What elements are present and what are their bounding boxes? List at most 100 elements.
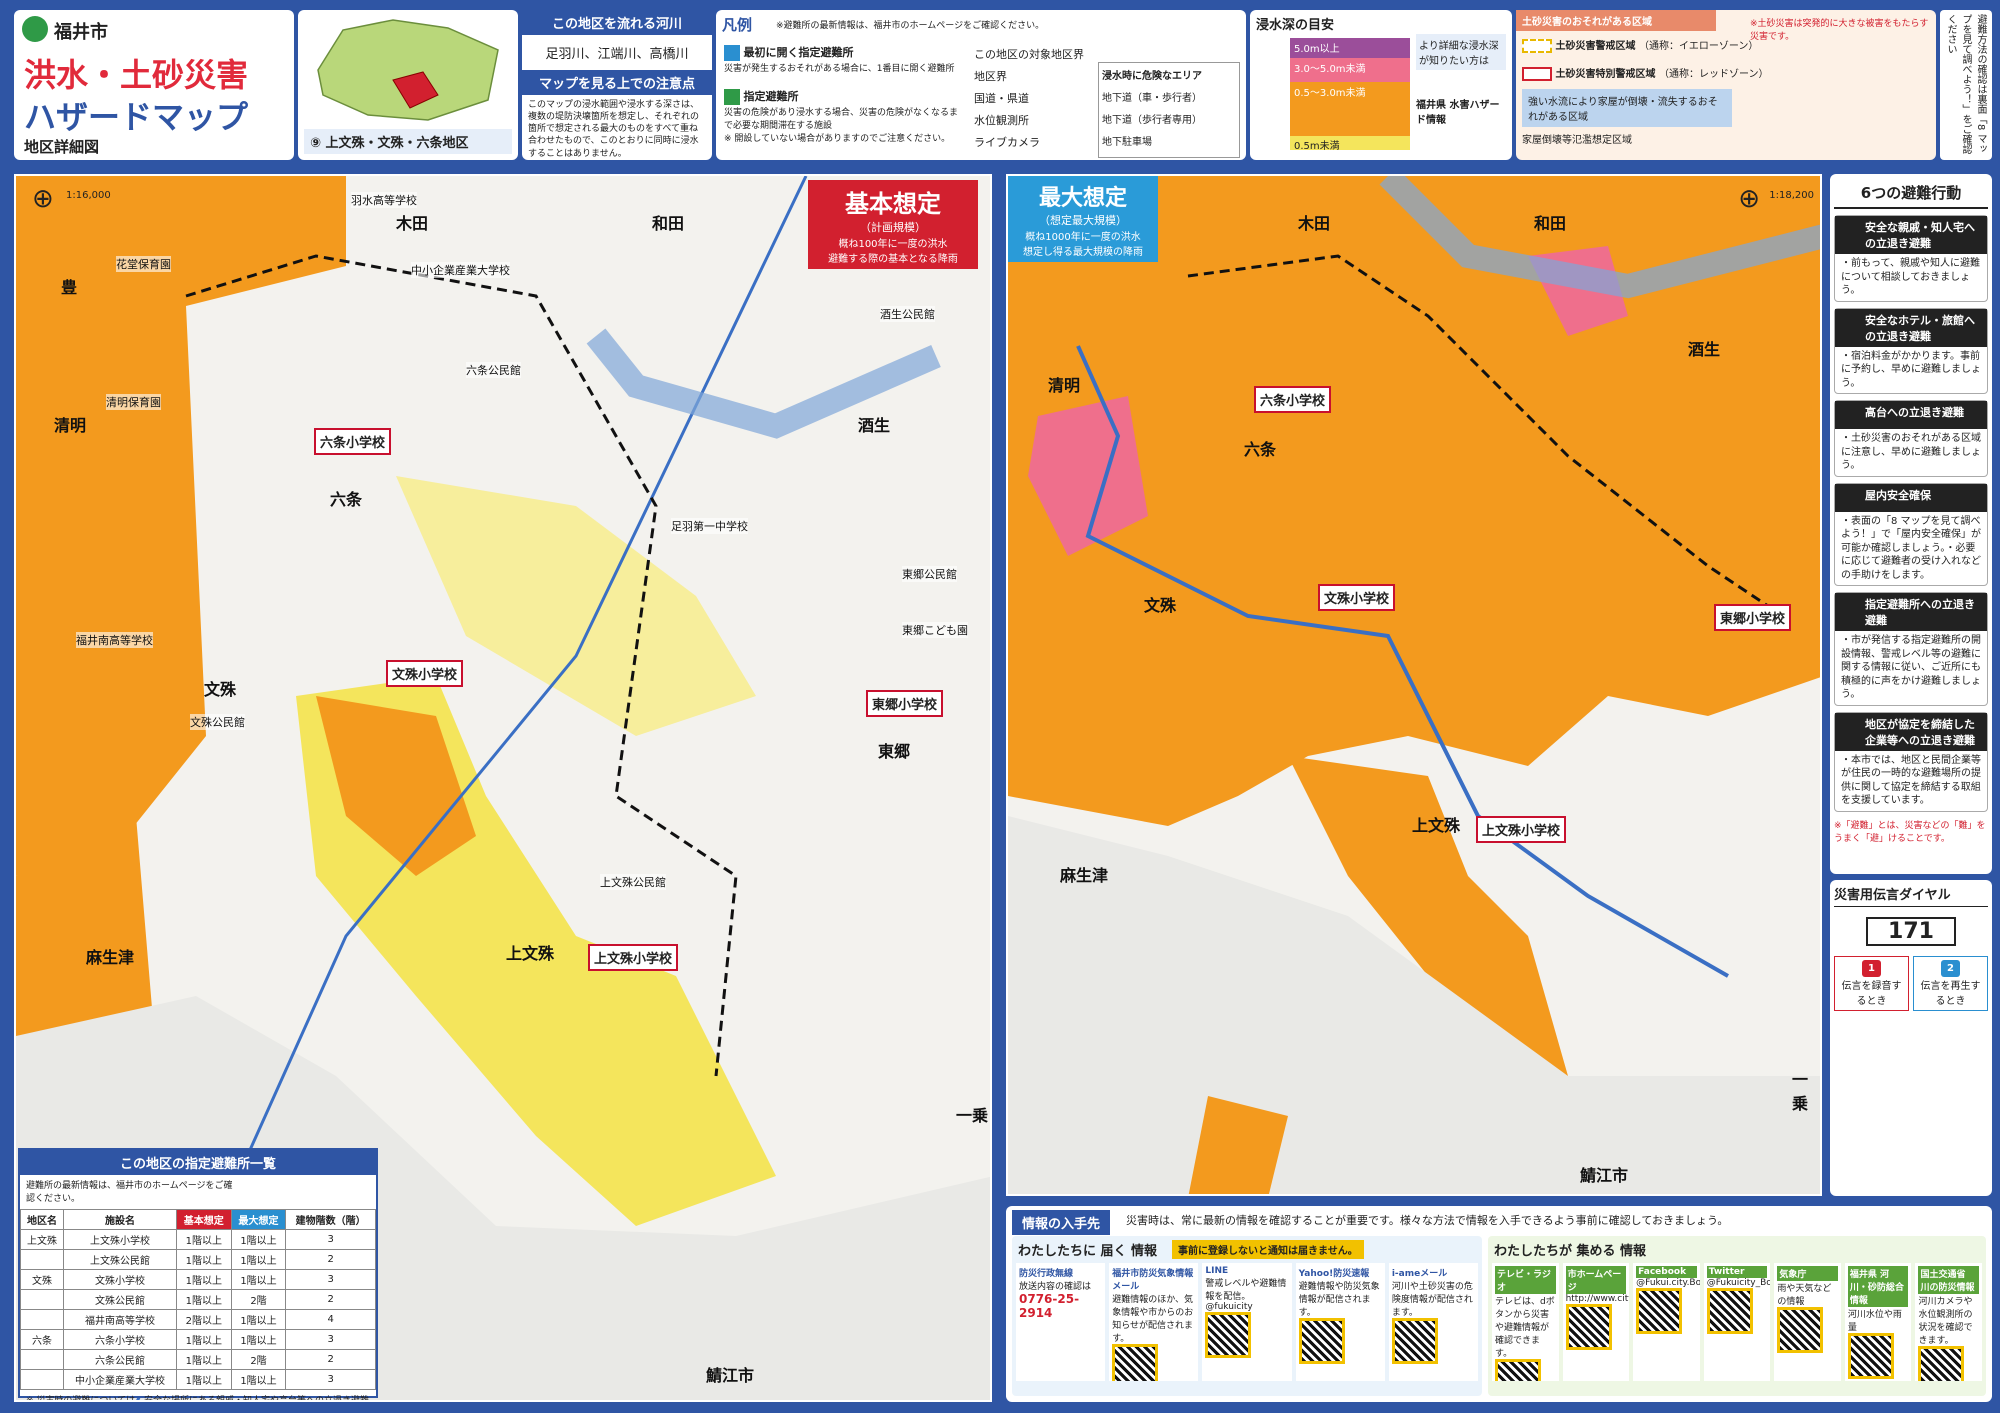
push-item-desc: 警戒レベルや避難情報を配信。@fukuicity: [1205, 1279, 1287, 1312]
dial-play: 2 伝言を再生するとき: [1913, 956, 1988, 1011]
table-row: 中小企業産業大学校 1階以上 1階以上 3: [19, 1369, 376, 1390]
action-title: 地区が協定を締結した企業等への立退き避難: [1835, 712, 1987, 751]
push-item: i-ameメール 河川や土砂災害の危険度情報が配信されます。: [1388, 1263, 1479, 1381]
qr-code-icon[interactable]: [1777, 1307, 1824, 1353]
pull-item-desc: テレビは、dボタンから災害や避難情報が確認できます。: [1495, 1297, 1555, 1359]
table-cell: 六条小学校: [63, 1329, 177, 1350]
legend-first-shelter: 最初に開く指定避難所 災害が発生するおそれがある場合に、1番目に開く避難所: [724, 44, 964, 74]
legend-item: ライブカメラ: [974, 136, 1040, 149]
place-label: 六条: [1244, 440, 1277, 459]
table-cell: 1階以上: [230, 1369, 287, 1390]
school-label[interactable]: 文殊小学校: [386, 660, 464, 687]
table-cell: 1階以上: [175, 1249, 232, 1270]
qr-code-icon[interactable]: [1495, 1359, 1541, 1381]
action-item: 安全なホテル・旅館への立退き避難 ・宿泊料金がかかります。事前に予約し、早めに避難…: [1834, 307, 1988, 394]
danger-item: 地下道（車・歩行者）: [1102, 93, 1202, 104]
table-cell: 3: [285, 1369, 376, 1390]
map-max[interactable]: 最大想定 （想定最大規模） 概ね1000年に一度の洪水 想定し得る最大規模の降雨…: [1006, 174, 1822, 1196]
facility-label: 福井南高等学校: [76, 632, 153, 648]
warn-label: 土砂災害警戒区域: [1555, 41, 1636, 52]
table-cell: 3: [285, 1269, 376, 1290]
school-label[interactable]: 東郷小学校: [866, 690, 944, 717]
qr-code-icon[interactable]: [1298, 1318, 1345, 1364]
qr-code-icon[interactable]: [1391, 1318, 1438, 1364]
pull-item: Facebook@Fukui.city.Bousai.Info: [1633, 1263, 1700, 1381]
action-title: 安全なホテル・旅館への立退き避難: [1835, 308, 1987, 347]
school-label[interactable]: 六条小学校: [1254, 386, 1332, 413]
actions-list: 安全な親戚・知人宅への立退き避難 ・前もって、親戚や知人に避難について相談しておき…: [1834, 215, 1988, 812]
legend-panel: 凡例 ※避難所の最新情報は、福井市のホームページをご確認ください。 最初に開く指…: [716, 10, 1246, 160]
facility-label: 東郷公民館: [902, 566, 957, 582]
table-cell: [19, 1309, 65, 1330]
shelter-list-panel: この地区の指定避難所一覧 避難所の最新情報は、福井市のホームページをご確認くださ…: [18, 1148, 378, 1400]
danger-heading: 浸水時に危険なエリア: [1102, 71, 1202, 82]
push-item-desc: 放送内容の確認は: [1019, 1282, 1092, 1292]
map-scale: 1:18,200: [1769, 190, 1814, 201]
info-lead: 災害時は、常に最新の情報を確認することが重要です。様々な方法で情報を入手できるよ…: [1126, 1214, 1729, 1227]
table-cell: 福井南高等学校: [63, 1309, 177, 1330]
depth-level: 5.0m以上: [1290, 38, 1410, 58]
facility-label: 清明保育園: [106, 394, 161, 410]
table-cell: 上文殊公民館: [63, 1249, 177, 1270]
legend-item: 地区界: [974, 70, 1007, 83]
push-item-desc: 河川や土砂災害の危険度情報が配信されます。: [1391, 1282, 1473, 1318]
danger-item: 地下道（歩行者専用）: [1102, 115, 1202, 126]
district-name: ⑨ 上文殊・文殊・六条地区: [304, 129, 512, 154]
push-item: Yahoo!防災速報 避難情報や防災気象情報が配信されます。: [1295, 1263, 1385, 1381]
place-label: 一乗: [956, 1106, 989, 1125]
pull-item-desc: @Fukui.city.Bousai.Info: [1636, 1278, 1700, 1288]
action-item: 高台への立退き避難 ・土砂災害のおそれがある区域に注意し、早めに避難しましょう。: [1834, 400, 1988, 477]
table-cell: 1階以上: [175, 1329, 232, 1350]
landslide-heading: 土砂災害のおそれがある区域: [1516, 10, 1716, 31]
map-max-label: 最大想定 （想定最大規模） 概ね1000年に一度の洪水 想定し得る最大規模の降雨: [1008, 176, 1158, 262]
scenario-title: 最大想定: [1038, 186, 1127, 211]
qr-code-icon[interactable]: [1565, 1304, 1612, 1350]
shelter-label: 指定避難所: [743, 90, 799, 103]
pull-item: 市ホームページhttp://www.city.fukui.lg.jp/: [1562, 1263, 1630, 1381]
compass-icon: ⊕: [32, 184, 54, 214]
facility-label: 足羽第一中学校: [671, 518, 748, 534]
place-label: 麻生津: [86, 948, 135, 967]
scenario-sub2: 概ね1000年に一度の洪水: [1025, 232, 1141, 243]
school-label[interactable]: 六条小学校: [314, 428, 392, 455]
depth-level: 0.5m未満: [1290, 136, 1410, 152]
dial-record: 1 伝言を録音するとき: [1834, 956, 1909, 1011]
depth-panel: 浸水深の目安 5.0m以上 3.0〜5.0m未満 0.5〜3.0m未満 0.5m…: [1250, 10, 1512, 160]
shelter-list-note: 避難所の最新情報は、福井市のホームページをご確認ください。: [26, 1181, 233, 1204]
table-row: 六条公民館 1階以上 2階 2: [19, 1349, 376, 1370]
qr-code-icon[interactable]: [1918, 1346, 1965, 1381]
col-header: 基本想定: [175, 1209, 232, 1230]
pull-item-name: 国土交通省 川の防災情報: [1918, 1266, 1980, 1294]
place-label: 木田: [396, 214, 429, 233]
pull-list: テレビ・ラジオ テレビは、dボタンから災害や避難情報が確認できます。 市ホームページ…: [1488, 1263, 1986, 1381]
special-sub: （通称：レッドゾーン）: [1658, 69, 1769, 80]
table-cell: 文殊: [19, 1269, 65, 1290]
pull-item: 国土交通省 川の防災情報河川カメラや水位観測所の状況を確認できます。: [1915, 1263, 1983, 1381]
depth-level: 3.0〜5.0m未満: [1290, 58, 1410, 82]
school-label[interactable]: 上文殊小学校: [588, 944, 679, 971]
qr-code-icon[interactable]: [1636, 1288, 1683, 1334]
pull-item-desc: 河川カメラや水位観測所の状況を確認できます。: [1918, 1297, 1973, 1346]
table-cell: [19, 1369, 65, 1390]
qr-code-icon[interactable]: [1706, 1288, 1753, 1334]
push-box: わたしたちに 届く 情報 事前に登録しないと通知は届きません。 防災行政無線 放送…: [1012, 1236, 1482, 1396]
pull-item: 気象庁 雨や天気などの情報: [1774, 1263, 1841, 1381]
action-body: ・宿泊料金がかかります。事前に予約し、早めに避難しましょう。: [1841, 350, 1981, 389]
title-line1: 洪水・土砂災害: [24, 50, 248, 96]
facility-label: 酒生公民館: [880, 306, 935, 322]
col-header: 建物階数（階）: [285, 1209, 376, 1230]
actions-heading: 6つの避難行動: [1834, 178, 1988, 209]
school-label[interactable]: 文殊小学校: [1318, 584, 1396, 611]
table-cell: 2: [285, 1349, 376, 1370]
table-cell: 上文殊: [19, 1229, 65, 1250]
school-label[interactable]: 上文殊小学校: [1476, 816, 1567, 843]
school-label[interactable]: 東郷小学校: [1714, 604, 1792, 631]
action-item: 屋内安全確保 ・表面の「8 マップを見て調べよう！」で「屋内安全確保」が可能か確認…: [1834, 482, 1988, 586]
facility-label: 文殊公民館: [190, 714, 245, 730]
qr-code-icon[interactable]: [1205, 1312, 1252, 1358]
qr-code-icon[interactable]: [1112, 1344, 1159, 1381]
qr-code-icon[interactable]: [1847, 1333, 1894, 1379]
map-basic[interactable]: 基本想定 （計画規模） 概ね100年に一度の洪水 避難する際の基本となる降雨 ⊕…: [14, 174, 992, 1402]
table-cell: 1階以上: [175, 1269, 232, 1290]
rivers-heading: この地区を流れる河川: [522, 10, 712, 35]
